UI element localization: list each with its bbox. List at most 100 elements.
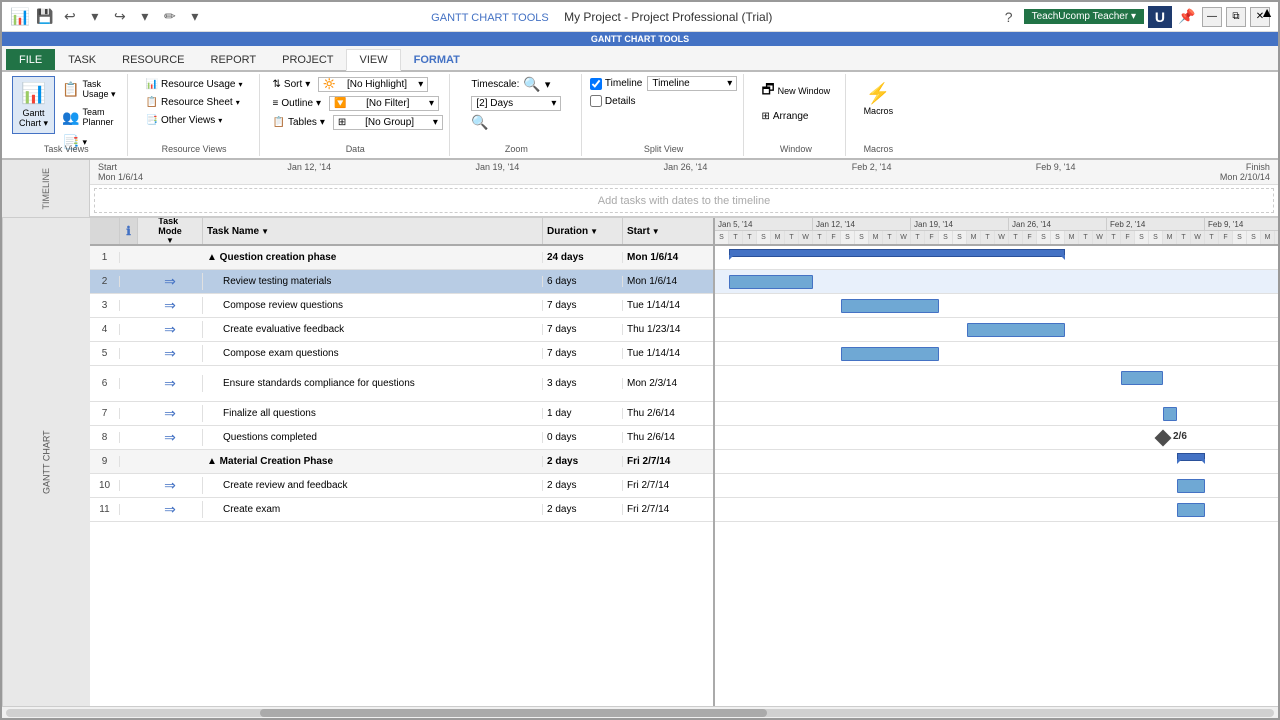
col-header-start[interactable]: Start ▼ xyxy=(623,218,713,244)
details-checkbox[interactable] xyxy=(590,95,602,107)
save-button[interactable]: 💾 xyxy=(34,6,56,28)
table-row[interactable]: 7⇒Finalize all questions1 dayThu 2/6/14 xyxy=(90,402,713,426)
timeline-checkbox[interactable] xyxy=(590,78,602,90)
cell-duration: 1 day xyxy=(543,408,623,419)
tab-resource[interactable]: RESOURCE xyxy=(109,49,197,70)
zoom-in-icon[interactable]: 🔍 xyxy=(523,76,540,93)
cell-row-number: 8 xyxy=(90,432,120,443)
undo-dropdown[interactable]: ▾ xyxy=(84,6,106,28)
table-row[interactable]: 11⇒Create exam2 daysFri 2/7/14 xyxy=(90,498,713,522)
table-row[interactable]: 8⇒Questions completed0 daysThu 2/6/14 xyxy=(90,426,713,450)
cell-task-name: Review testing materials xyxy=(203,276,543,287)
timeline-check-label[interactable]: Timeline Timeline ▾ xyxy=(590,76,737,91)
cell-task-name: ▲ Material Creation Phase xyxy=(203,456,543,467)
user-icon-button[interactable]: U xyxy=(1148,6,1172,28)
restore-button[interactable]: ⧉ xyxy=(1226,7,1246,27)
table-row[interactable]: 2⇒Review testing materials6 daysMon 1/6/… xyxy=(90,270,713,294)
resource-usage-label: Resource Usage xyxy=(161,79,235,90)
group-dropdown[interactable]: ⊞ [No Group] ▾ xyxy=(333,115,443,130)
macros-button[interactable]: ⚡ Macros xyxy=(857,76,901,121)
zoom-dropdown-arrow[interactable]: ▾ xyxy=(545,78,551,91)
table-row[interactable]: 5⇒Compose exam questions7 daysTue 1/14/1… xyxy=(90,342,713,366)
resource-usage-button[interactable]: 📊 Resource Usage ▾ xyxy=(141,76,248,93)
task-name-text: ▲ Material Creation Phase xyxy=(207,456,333,467)
window-title: GANTT CHART TOOLS My Project - Project P… xyxy=(431,10,772,24)
timeline-date-label-4: Feb 2, '14 xyxy=(852,162,892,172)
gantt-chart-row xyxy=(715,342,1278,366)
cell-row-number: 11 xyxy=(90,504,120,515)
scroll-thumb[interactable] xyxy=(260,709,767,717)
gantt-body: 2/6 xyxy=(715,246,1278,706)
redo-dropdown[interactable]: ▾ xyxy=(134,6,156,28)
gantt-chart-row xyxy=(715,426,1278,450)
table-row[interactable]: 1▲ Question creation phase24 daysMon 1/6… xyxy=(90,246,713,270)
task-name-text: Review testing materials xyxy=(223,276,331,287)
table-row[interactable]: 3⇒Compose review questions7 daysTue 1/14… xyxy=(90,294,713,318)
minimize-button[interactable]: — xyxy=(1202,7,1222,27)
title-bar: 📊 💾 ↩ ▾ ↪ ▾ ✏ ▾ GANTT CHART TOOLS My Pro… xyxy=(2,2,1278,32)
table-row[interactable]: 6⇒Ensure standards compliance for questi… xyxy=(90,366,713,402)
gantt-date-header: Jan 12, '14 xyxy=(813,218,911,230)
sort-icon: ⇅ xyxy=(273,79,281,90)
tab-report[interactable]: REPORT xyxy=(198,49,270,70)
gantt-day-cell: W xyxy=(897,231,911,244)
task-mode-icon: ⇒ xyxy=(164,501,176,518)
sort-button[interactable]: ⇅ Sort ▾ xyxy=(268,76,316,93)
timeline-name-dropdown[interactable]: Timeline ▾ xyxy=(647,76,737,91)
task-usage-button[interactable]: 📋 TaskUsage ▾ xyxy=(57,76,120,103)
team-planner-button[interactable]: 👥 TeamPlanner xyxy=(57,104,120,130)
zoom-entire-button[interactable]: 🔍 xyxy=(471,114,488,131)
more-button[interactable]: ✏ xyxy=(159,6,181,28)
timeline-add-area[interactable]: Add tasks with dates to the timeline xyxy=(94,188,1274,213)
task-name-text: Questions completed xyxy=(223,432,317,443)
pin-button[interactable]: 📌 xyxy=(1176,6,1198,28)
redo-button[interactable]: ↪ xyxy=(109,6,131,28)
tab-task[interactable]: TASK xyxy=(55,49,109,70)
highlight-dropdown[interactable]: 🔆 [No Highlight] ▾ xyxy=(318,77,428,92)
quick-access-toolbar: 💾 ↩ ▾ ↪ ▾ ✏ ▾ xyxy=(34,6,206,28)
outline-button[interactable]: ≡ Outline ▾ xyxy=(268,95,327,112)
col-header-mode[interactable]: TaskMode ▼ xyxy=(138,218,203,244)
task-mode-icon: ⇒ xyxy=(164,405,176,422)
tab-project[interactable]: PROJECT xyxy=(269,49,346,70)
app-icon: 📊 xyxy=(10,7,30,27)
details-check-label[interactable]: Details xyxy=(590,95,636,107)
customize-button[interactable]: ▾ xyxy=(184,6,206,28)
resource-sheet-button[interactable]: 📋 Resource Sheet ▾ xyxy=(141,94,248,111)
tab-file[interactable]: FILE xyxy=(6,49,55,70)
table-row[interactable]: 4⇒Create evaluative feedback7 daysThu 1/… xyxy=(90,318,713,342)
gantt-chart-button[interactable]: 📊 GanttChart ▾ xyxy=(12,76,55,134)
help-button[interactable]: ? xyxy=(998,6,1020,28)
arrange-button[interactable]: ⊞ Arrange xyxy=(756,108,813,125)
cell-duration: 2 days xyxy=(543,456,623,467)
gantt-date-header: Feb 2, '14 xyxy=(1107,218,1205,230)
resource-views-group: 📊 Resource Usage ▾ 📋 Resource Sheet ▾ 📑 … xyxy=(130,74,260,156)
tables-button[interactable]: 📋 Tables ▾ xyxy=(268,114,330,131)
gantt-day-cell: T xyxy=(1079,231,1093,244)
new-window-button[interactable]: 🗗 New Window xyxy=(756,76,835,106)
resource-usage-icon: 📊 xyxy=(146,79,158,90)
col-header-duration[interactable]: Duration ▼ xyxy=(543,218,623,244)
other-views-button[interactable]: 📑 Other Views ▾ xyxy=(141,112,248,129)
undo-button[interactable]: ↩ xyxy=(59,6,81,28)
task-views-label: Task Views xyxy=(44,144,89,154)
table-row[interactable]: 10⇒Create review and feedback2 daysFri 2… xyxy=(90,474,713,498)
collapse-ribbon-button[interactable]: ▲ xyxy=(1260,4,1274,20)
cell-task-mode: ⇒ xyxy=(138,273,203,290)
tab-view[interactable]: VIEW xyxy=(346,49,400,71)
col-header-name[interactable]: Task Name ▼ xyxy=(203,218,543,244)
tab-format[interactable]: FORMAT xyxy=(401,49,473,70)
filter-dropdown[interactable]: 🔽 [No Filter] ▾ xyxy=(329,96,439,111)
filter-arrow: ▾ xyxy=(429,98,434,109)
days-dropdown[interactable]: [2] Days ▾ xyxy=(471,96,561,111)
horizontal-scrollbar[interactable] xyxy=(2,706,1278,718)
scroll-track[interactable] xyxy=(6,709,1274,717)
table-row[interactable]: 9▲ Material Creation Phase2 daysFri 2/7/… xyxy=(90,450,713,474)
gantt-day-cell: F xyxy=(1219,231,1233,244)
sort-arrow: ▾ xyxy=(305,79,310,90)
user-account[interactable]: TeachUcomp Teacher ▾ xyxy=(1024,9,1144,24)
gantt-day-cell: T xyxy=(1275,231,1278,244)
task-mode-icon: ⇒ xyxy=(164,297,176,314)
highlight-icon: 🔆 xyxy=(323,79,335,90)
task-name-text: Create review and feedback xyxy=(223,480,348,491)
